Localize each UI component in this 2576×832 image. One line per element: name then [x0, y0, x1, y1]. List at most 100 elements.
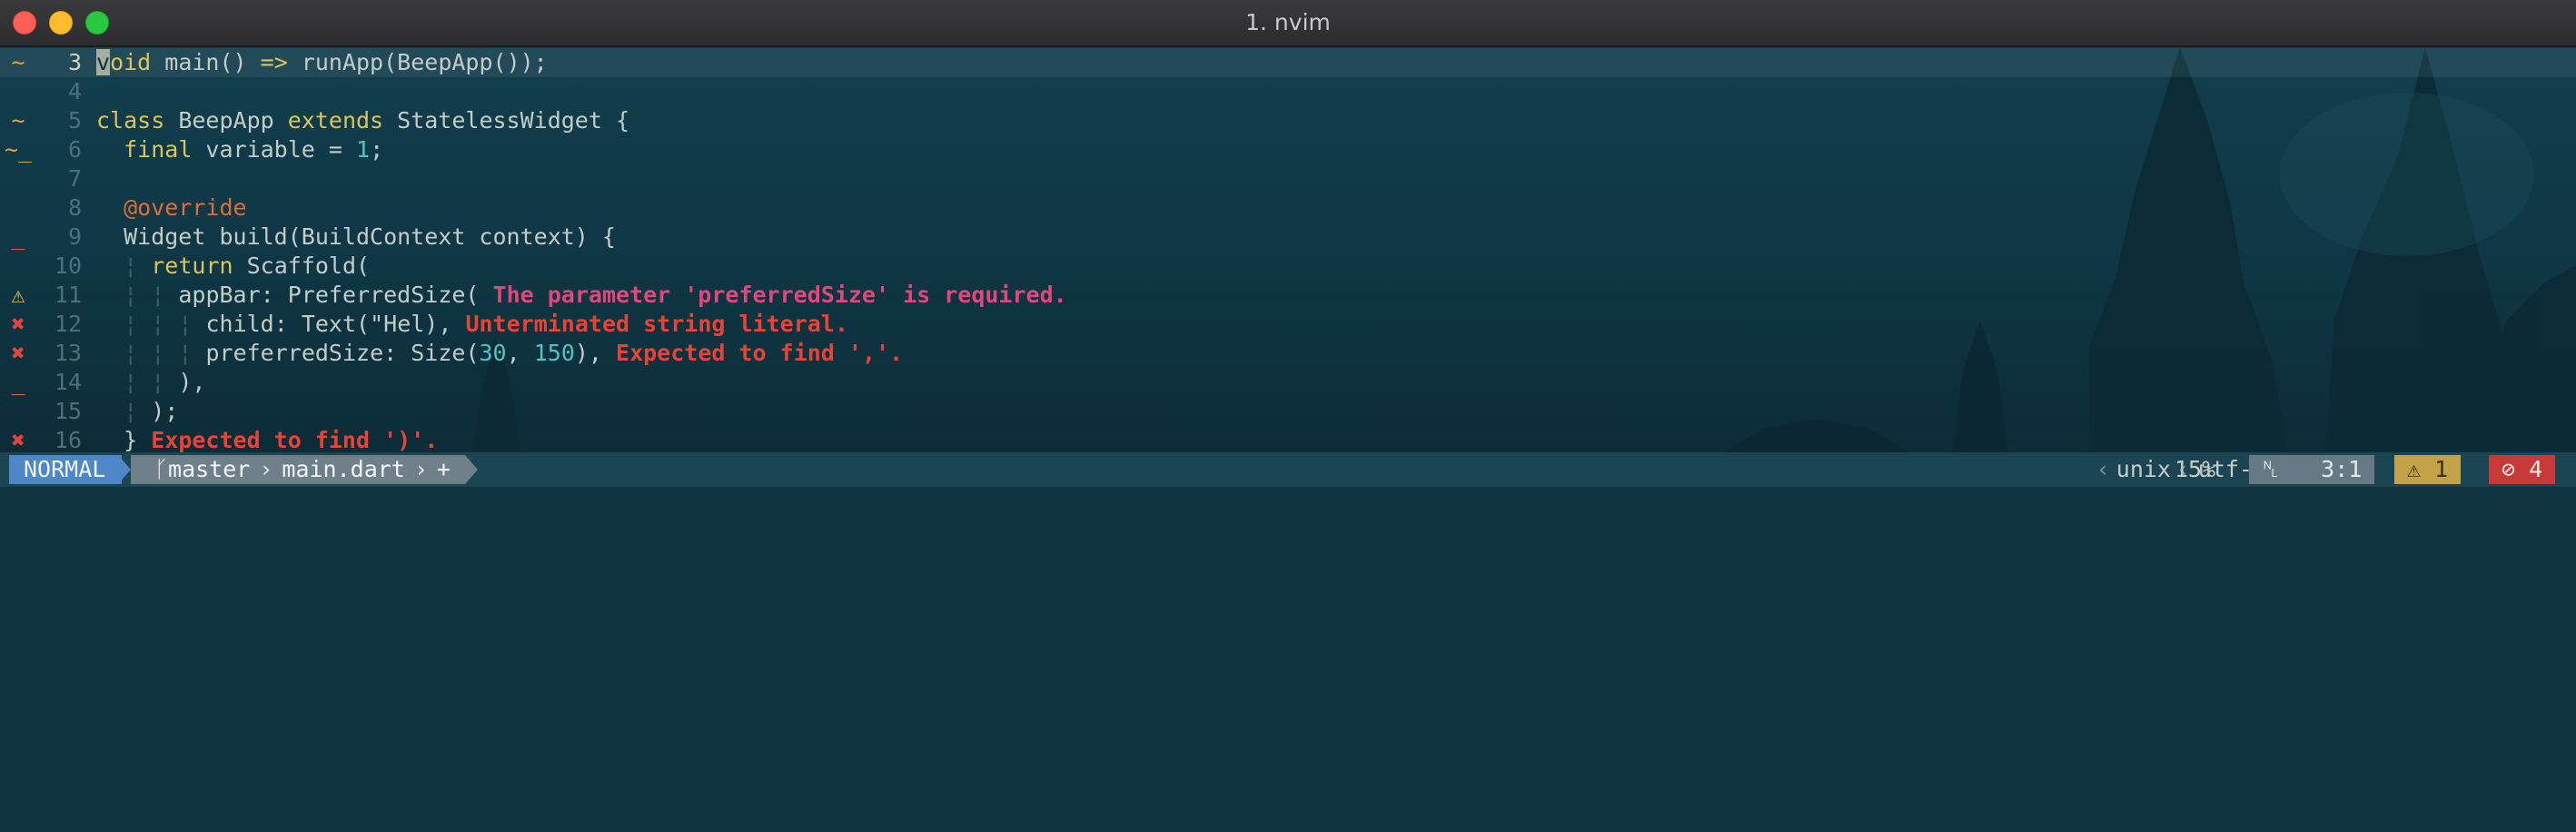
code-token: ¦ — [124, 282, 138, 308]
code-token: Scaffold( — [233, 253, 371, 279]
code-token: ¦ — [124, 311, 138, 337]
diagnostic-message: Unterminated string literal. — [465, 311, 848, 337]
code-line[interactable]: 15 ¦ ); — [0, 397, 2576, 426]
code-text: ¦ ¦ ), — [96, 368, 205, 397]
code-token: BeepApp — [164, 107, 288, 134]
code-text: void main() => runApp(BeepApp()); — [96, 48, 548, 77]
code-token: extends — [287, 107, 384, 134]
code-token: , — [506, 340, 534, 366]
code-line[interactable]: ⚠ 11 ¦ ¦ appBar: PreferredSize( The param… — [0, 281, 2576, 310]
code-token: 30 — [479, 340, 507, 366]
fileformat: unix — [2115, 456, 2171, 482]
code-token: ¦ — [178, 311, 193, 337]
code-line[interactable]: 4 — [0, 77, 2576, 106]
git-sign: ~ — [11, 49, 25, 75]
code-line[interactable]: ~_ 6 final variable = 1; — [0, 135, 2576, 164]
code-token: ), — [164, 369, 206, 395]
line-number: 3 — [67, 49, 82, 75]
scroll-percent: 15% — [2175, 456, 2216, 482]
mode-separator — [118, 455, 131, 484]
cursor-position: 3:1 — [2321, 456, 2363, 482]
code-token: ¦ — [124, 340, 138, 366]
code-line[interactable]: ~3 void main() => runApp(BeepApp()); — [0, 48, 2576, 77]
warning-sign-icon: ⚠ — [11, 282, 25, 308]
line-number: 14 — [54, 369, 82, 395]
code-token: class — [96, 107, 165, 134]
code-token: runApp(BeepApp()); — [287, 49, 548, 75]
code-token: ¦ — [151, 282, 165, 308]
line-number-icon: ␤ — [2262, 456, 2281, 482]
warning-count-segment[interactable]: ⚠ 1 — [2394, 455, 2462, 484]
code-token: StatelessWidget { — [383, 107, 630, 134]
git-sign: ~ — [11, 107, 25, 134]
branch-separator — [465, 455, 478, 484]
line-number: 9 — [67, 223, 82, 250]
line-number: 7 — [67, 165, 82, 192]
code-token: child: Text("Hel), — [192, 311, 466, 337]
code-line[interactable]: 8 @override — [0, 193, 2576, 223]
branch-icon: ᚴ — [154, 456, 169, 482]
code-line[interactable]: ✖ 12 ¦ ¦ ¦ child: Text("Hel), Unterminate… — [0, 310, 2576, 339]
code-line[interactable]: ✖ 13 ¦ ¦ ¦ preferredSize: Size(30, 150), … — [0, 339, 2576, 368]
line-number: 11 — [54, 282, 82, 308]
modified-flag: + — [436, 456, 451, 482]
error-count-segment[interactable]: ⊘ 4 — [2489, 455, 2556, 484]
line-number: 8 — [67, 194, 82, 221]
editor-area[interactable]: ~3 void main() => runApp(BeepApp()); 4 ~5 cl… — [0, 47, 2576, 452]
code-token: oid — [110, 49, 152, 75]
code-text: ¦ ¦ ¦ child: Text("Hel), Unterminated st… — [96, 310, 848, 339]
code-text: ¦ ); — [96, 397, 178, 426]
code-line[interactable]: _ 9 Widget build(BuildContext context) { — [0, 223, 2576, 252]
code-text: Widget build(BuildContext context) { — [96, 223, 616, 252]
code-token: return — [151, 253, 233, 279]
code-line[interactable]: ~5 class BeepApp extends StatelessWidget … — [0, 106, 2576, 135]
warning-count: 1 — [2434, 456, 2449, 482]
line-number: 5 — [67, 107, 82, 134]
code-token: variable = — [192, 136, 356, 163]
git-sign: _ — [11, 223, 25, 250]
diagnostic-message: The parameter 'preferredSize' is require… — [492, 282, 1067, 308]
code-line[interactable]: _ 14 ¦ ¦ ), — [0, 368, 2576, 397]
code-token: preferredSize: Size( — [192, 340, 480, 366]
code-line[interactable]: ✖ 16 } Expected to find ')'. — [0, 426, 2576, 452]
code-token: 1 — [356, 136, 371, 163]
code-line[interactable]: 7 — [0, 164, 2576, 193]
code-text: class BeepApp extends StatelessWidget { — [96, 106, 629, 135]
chevron-right-icon: › — [413, 456, 428, 482]
line-number: 6 — [67, 136, 82, 163]
error-count: 4 — [2529, 456, 2543, 482]
code-token: 150 — [533, 340, 575, 366]
code-token: main() — [151, 49, 261, 75]
diagnostic-message: Expected to find ','. — [616, 340, 904, 366]
code-token: final — [124, 136, 193, 163]
command-line[interactable] — [0, 487, 2576, 514]
code-token: ¦ — [151, 311, 165, 337]
diagnostic-message: Expected to find ')'. — [151, 427, 439, 452]
cursor-position-segment: ␤ 3:1 — [2249, 455, 2375, 484]
line-number: 15 — [54, 398, 82, 424]
code-text: } Expected to find ')'. — [96, 426, 438, 452]
chevron-left-icon: ‹ — [2095, 456, 2110, 482]
code-token: ¦ — [178, 340, 193, 366]
code-token: ¦ — [124, 398, 138, 424]
error-sign-icon: ✖ — [11, 427, 25, 452]
code-token: ¦ — [124, 369, 138, 395]
code-text: ¦ return Scaffold( — [96, 252, 370, 281]
code-text: ¦ ¦ appBar: PreferredSize( The parameter… — [96, 281, 1067, 310]
code-line[interactable]: 10 ¦ return Scaffold( — [0, 252, 2576, 281]
code-token: ); — [137, 398, 179, 424]
error-sign-icon: ✖ — [11, 340, 25, 366]
line-number: 10 — [54, 253, 82, 279]
code-token: ¦ — [151, 369, 165, 395]
